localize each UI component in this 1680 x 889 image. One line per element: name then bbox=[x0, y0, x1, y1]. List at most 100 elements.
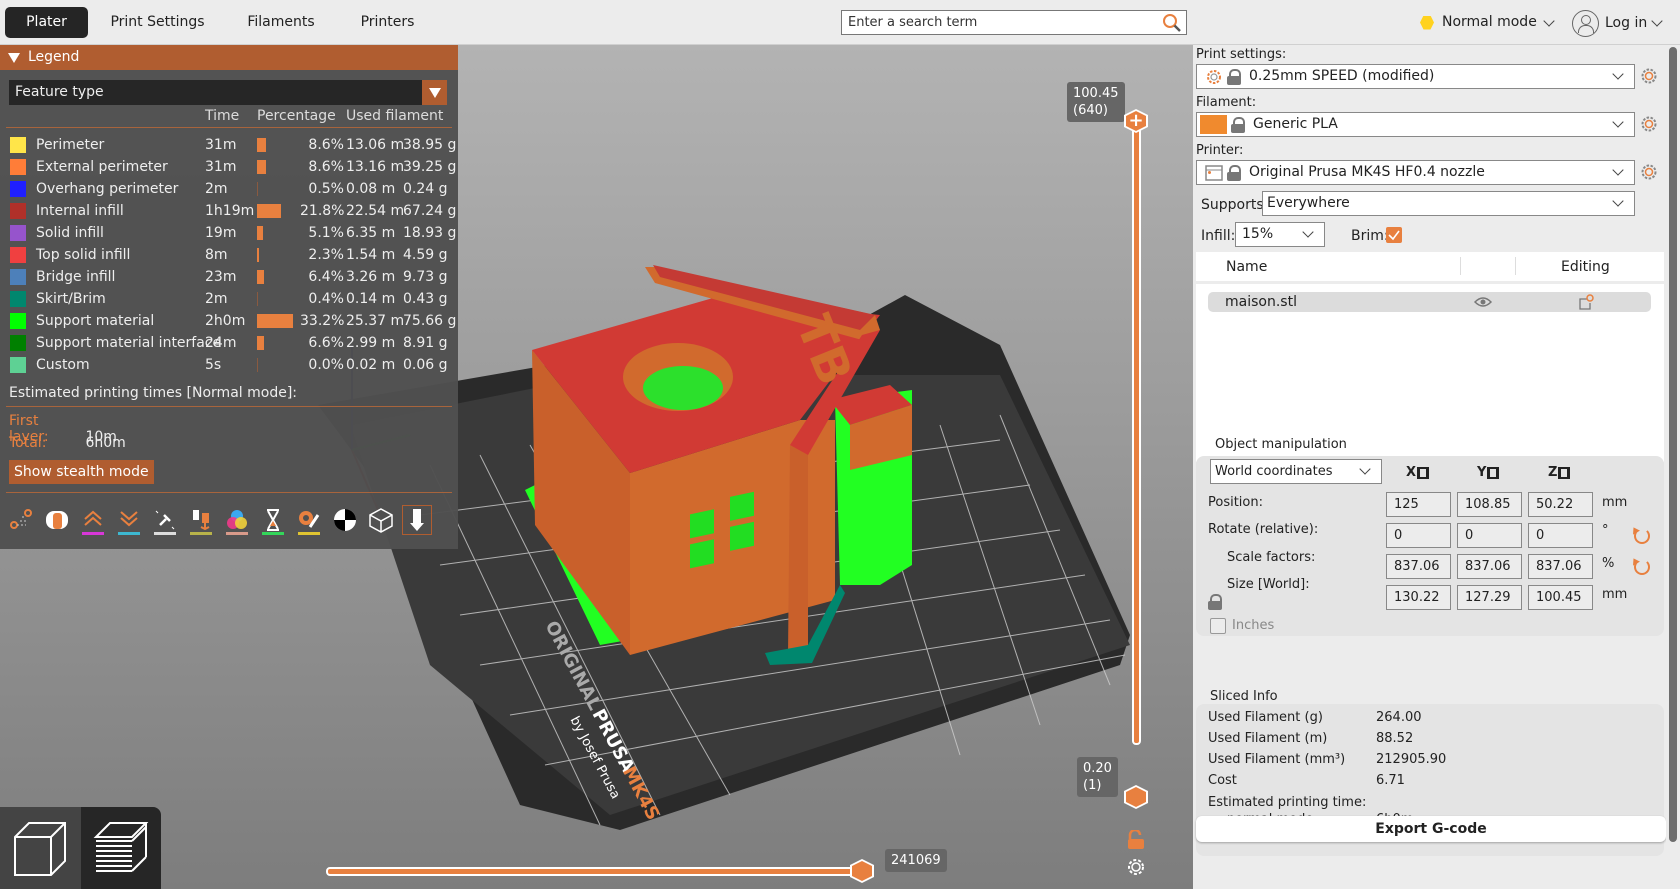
wipe-icon[interactable] bbox=[42, 505, 72, 535]
total-value: 6h0m bbox=[85, 435, 126, 451]
pause-icon[interactable] bbox=[258, 505, 288, 535]
search-icon[interactable] bbox=[1162, 13, 1182, 33]
center-of-gravity-icon[interactable] bbox=[330, 505, 360, 535]
legend-row[interactable]: Custom 5s 0.0% 0.02 m 0.06 g bbox=[0, 354, 458, 376]
print-settings-select[interactable]: 0.25mm SPEED (modified) bbox=[1196, 64, 1635, 89]
shells-icon[interactable] bbox=[366, 505, 396, 535]
chevron-down-icon bbox=[1612, 195, 1624, 207]
export-gcode-button[interactable]: Export G-code bbox=[1196, 816, 1666, 842]
corner-pillar bbox=[788, 445, 808, 657]
rotate-x-field[interactable]: 0 bbox=[1386, 523, 1451, 548]
print-settings-gear-icon[interactable] bbox=[1640, 67, 1658, 85]
position-x-field[interactable]: 125 bbox=[1386, 492, 1451, 517]
scale-x-field[interactable]: 837.06 bbox=[1386, 554, 1451, 579]
legend-row[interactable]: Top solid infill 8m 2.3% 1.54 m 4.59 g bbox=[0, 244, 458, 266]
scrollbar-thumb[interactable] bbox=[1669, 47, 1677, 842]
axis-z-label[interactable]: Z bbox=[1548, 465, 1571, 480]
mode-selector[interactable]: Normal mode bbox=[1420, 10, 1555, 35]
layer-slider[interactable] bbox=[1132, 117, 1141, 745]
tab-printers[interactable]: Printers bbox=[345, 7, 430, 38]
filament-color-swatch[interactable] bbox=[1200, 115, 1227, 134]
reset-scale-icon[interactable] bbox=[1634, 559, 1650, 575]
coordinate-system-select[interactable]: World coordinates bbox=[1210, 459, 1382, 484]
size-x-field[interactable]: 130.22 bbox=[1386, 585, 1451, 610]
legend-row[interactable]: Perimeter 31m 8.6% 13.06 m 38.95 g bbox=[0, 134, 458, 156]
tab-print-settings[interactable]: Print Settings bbox=[100, 7, 215, 38]
login-label: Log in bbox=[1605, 15, 1648, 31]
axis-x-label[interactable]: X bbox=[1406, 465, 1430, 480]
feature-weight: 4.59 g bbox=[403, 247, 448, 263]
col-editing[interactable]: Editing bbox=[1561, 259, 1610, 275]
scale-z-field[interactable]: 837.06 bbox=[1528, 554, 1593, 579]
axis-y-label[interactable]: Y bbox=[1477, 465, 1500, 480]
scale-y-field[interactable]: 837.06 bbox=[1457, 554, 1522, 579]
inches-checkbox[interactable] bbox=[1210, 618, 1226, 634]
percentage-bar bbox=[257, 270, 264, 284]
preview-view-button[interactable] bbox=[81, 807, 162, 889]
supports-select[interactable]: Everywhere bbox=[1262, 191, 1635, 216]
filament-value: Generic PLA bbox=[1253, 116, 1338, 132]
legend-row[interactable]: Internal infill 1h19m 21.8% 22.54 m 67.24 g bbox=[0, 200, 458, 222]
filament-select[interactable]: Generic PLA bbox=[1196, 112, 1635, 137]
move-tooltip: 241069 bbox=[885, 849, 947, 872]
sidebar-scrollbar[interactable] bbox=[1666, 45, 1680, 889]
legend-row[interactable]: Solid infill 19m 5.1% 6.35 m 18.93 g bbox=[0, 222, 458, 244]
login-button[interactable]: Log in bbox=[1572, 8, 1663, 38]
legend-row[interactable]: Overhang perimeter 2m 0.5% 0.08 m 0.24 g bbox=[0, 178, 458, 200]
search-input[interactable]: Enter a search term bbox=[841, 10, 1187, 35]
infill-select[interactable]: 15% bbox=[1235, 222, 1325, 247]
color-changes-icon[interactable] bbox=[222, 505, 252, 535]
rotate-y-field[interactable]: 0 bbox=[1457, 523, 1522, 548]
settings-cog-icon[interactable] bbox=[1126, 857, 1146, 877]
gcode-move-slider[interactable] bbox=[326, 867, 866, 876]
3d-viewport[interactable]: TB ORIGINAL PRUSA MK4S by Josef Prusa Le… bbox=[0, 45, 1193, 889]
chevron-down-icon bbox=[1359, 463, 1371, 475]
chevron-down-icon bbox=[1612, 68, 1624, 80]
view-type-select[interactable]: Feature type bbox=[9, 80, 447, 105]
printer-gear-icon[interactable] bbox=[1640, 163, 1658, 181]
legend-row[interactable]: Skirt/Brim 2m 0.4% 0.14 m 0.43 g bbox=[0, 288, 458, 310]
edit-settings-icon[interactable] bbox=[1578, 293, 1594, 311]
position-y-field[interactable]: 108.85 bbox=[1457, 492, 1522, 517]
tool-marker-icon[interactable] bbox=[402, 505, 432, 535]
eye-icon[interactable] bbox=[1474, 295, 1492, 309]
percentage-bar bbox=[257, 204, 281, 218]
uniform-scale-lock-icon[interactable] bbox=[1208, 594, 1222, 610]
travel-icon[interactable] bbox=[6, 505, 36, 535]
retractions-icon[interactable] bbox=[78, 505, 108, 535]
tab-filaments[interactable]: Filaments bbox=[235, 7, 327, 38]
feature-weight: 0.43 g bbox=[403, 291, 448, 307]
feature-length: 3.26 m bbox=[346, 269, 396, 285]
position-z-field[interactable]: 50.22 bbox=[1528, 492, 1593, 517]
col-name[interactable]: Name bbox=[1226, 259, 1267, 275]
tab-plater[interactable]: Plater bbox=[5, 7, 88, 38]
custom-gcode-icon[interactable] bbox=[294, 505, 324, 535]
size-y-field[interactable]: 127.29 bbox=[1457, 585, 1522, 610]
legend-row[interactable]: Bridge infill 23m 6.4% 3.26 m 9.73 g bbox=[0, 266, 458, 288]
feature-time: 23m bbox=[205, 269, 237, 285]
sliced-info-value: 264.00 bbox=[1376, 710, 1422, 725]
deretractions-icon[interactable] bbox=[114, 505, 144, 535]
unlock-icon[interactable] bbox=[1126, 830, 1146, 850]
3d-view-button[interactable] bbox=[0, 807, 81, 889]
brim-checkbox[interactable] bbox=[1386, 227, 1402, 243]
tool-changes-icon[interactable] bbox=[186, 505, 216, 535]
filament-gear-icon[interactable] bbox=[1640, 115, 1658, 133]
object-row[interactable]: maison.stl bbox=[1208, 292, 1651, 312]
seams-icon[interactable] bbox=[150, 505, 180, 535]
rotate-z-field[interactable]: 0 bbox=[1528, 523, 1593, 548]
legend-row[interactable]: External perimeter 31m 8.6% 13.16 m 39.25 g bbox=[0, 156, 458, 178]
printer-select[interactable]: Original Prusa MK4S HF0.4 nozzle bbox=[1196, 160, 1635, 185]
size-z-field[interactable]: 100.45 bbox=[1528, 585, 1593, 610]
reset-rotation-icon[interactable] bbox=[1634, 528, 1650, 544]
legend-row[interactable]: Support material 2h0m 33.2% 25.37 m 75.66 g bbox=[0, 310, 458, 332]
dropdown-arrow-icon[interactable] bbox=[422, 80, 447, 105]
size-label: Size [World]: bbox=[1227, 577, 1310, 592]
legend-row[interactable]: Support material interface 24m 6.6% 2.99 m 8… bbox=[0, 332, 458, 354]
show-stealth-mode-button[interactable]: Show stealth mode bbox=[9, 460, 154, 484]
col-time: Time bbox=[205, 108, 240, 124]
scale-label: Scale factors: bbox=[1227, 550, 1316, 565]
legend-header[interactable]: Legend bbox=[0, 45, 458, 70]
legend-panel: Legend Feature type Time Percentage Used… bbox=[0, 45, 458, 549]
feature-length: 0.08 m bbox=[346, 181, 396, 197]
